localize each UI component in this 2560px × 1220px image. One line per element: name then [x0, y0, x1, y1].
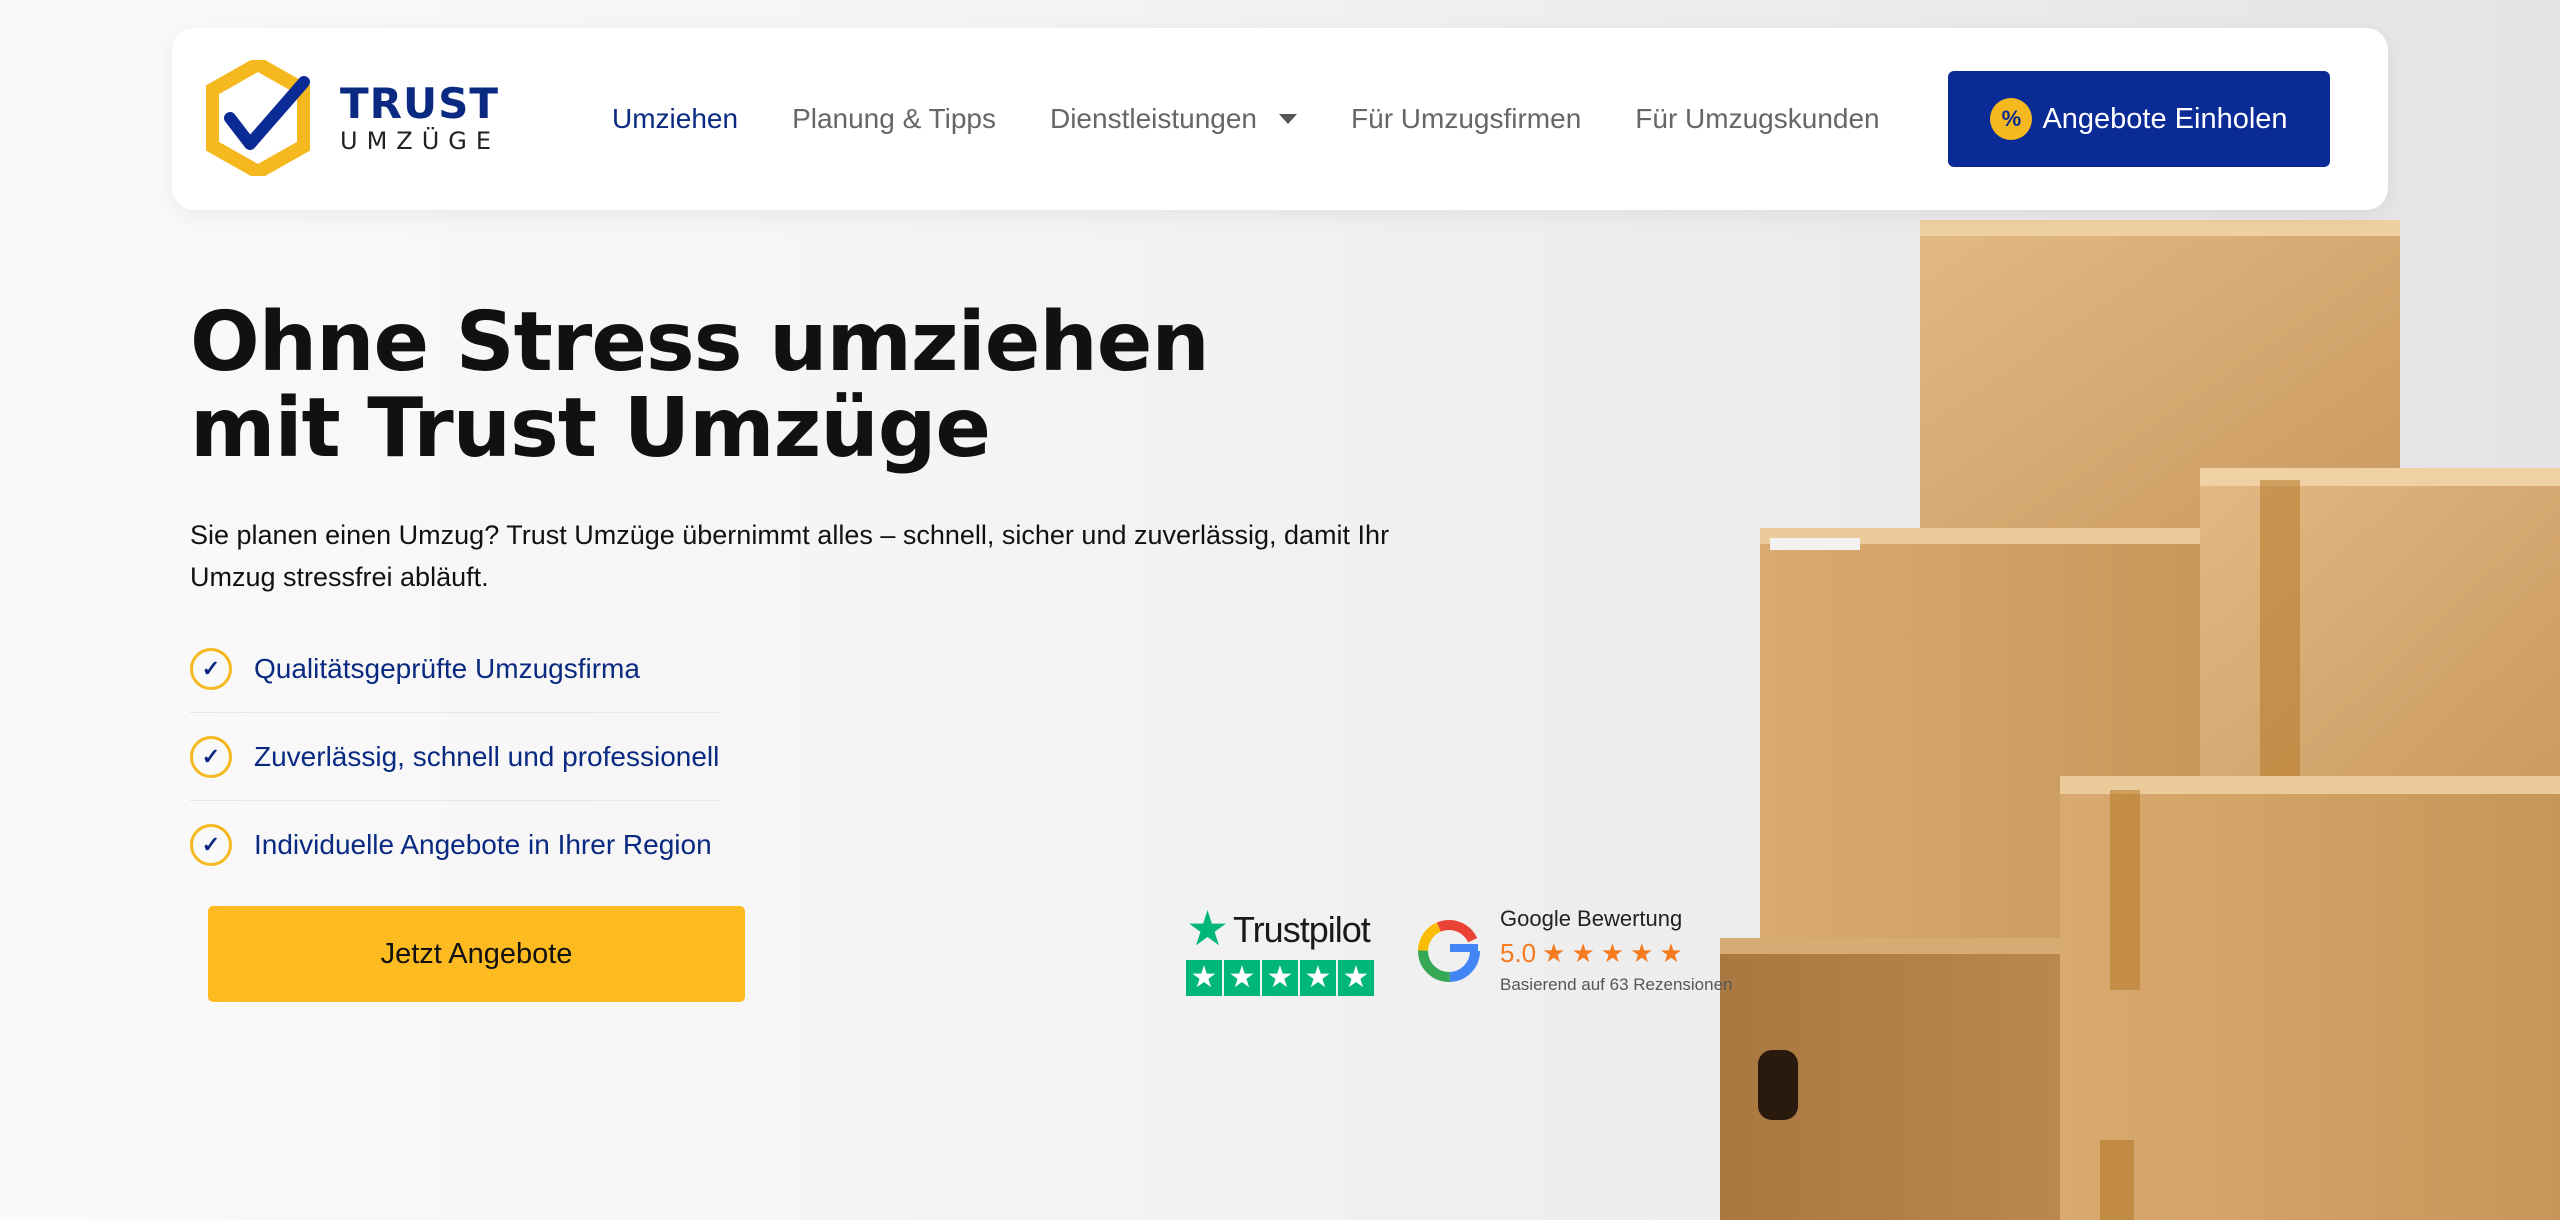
hero-title: Ohne Stress umziehen mit Trust Umzüge [190, 300, 1290, 472]
main-nav: Umziehen Planung & Tipps Dienstleistunge… [612, 28, 1934, 210]
nav-item-umziehen[interactable]: Umziehen [612, 103, 738, 135]
star-icon: ★ [1300, 960, 1336, 996]
google-rating-title: Google Bewertung [1500, 906, 1683, 931]
check-icon: ✓ [190, 735, 232, 778]
feature-text: Individuelle Angebote in Ihrer Region [254, 829, 712, 860]
feature-item: ✓ Qualitätsgeprüfte Umzugsfirma [190, 625, 720, 713]
feature-text: Zuverlässig, schnell und professionell [254, 740, 720, 772]
logo[interactable]: TRUST UMZÜGE [206, 60, 500, 176]
star-icon: ★ [1224, 960, 1260, 996]
hero-title-line1: Ohne Stress umziehen [190, 295, 1210, 390]
google-g-icon [1418, 920, 1480, 982]
nav-item-dienstleistungen[interactable]: Dienstleistungen [1049, 103, 1298, 135]
google-rating-row: 5.0 ★ ★ ★ ★ ★ [1500, 938, 1733, 969]
feature-item: ✓ Individuelle Angebote in Ihrer Region [190, 801, 720, 889]
nav-item-planung[interactable]: Planung & Tipps [792, 103, 996, 135]
google-score: 5.0 [1500, 938, 1537, 968]
google-rating-badge[interactable]: Google Bewertung 5.0 ★ ★ ★ ★ ★ Basierend auf… [1416, 906, 1733, 995]
nav-item-umzugsfirmen[interactable]: Für Umzugsfirmen [1351, 103, 1581, 135]
jetzt-angebote-button[interactable]: Jetzt Angebote [208, 906, 745, 1002]
star-icon: ★ [1338, 960, 1374, 996]
hero-title-line2: mit Trust Umzüge [190, 381, 991, 476]
nav-item-umzugskunden[interactable]: Für Umzugskunden [1635, 103, 1879, 135]
angebote-einholen-label: Angebote Einholen [2042, 102, 2288, 135]
trustpilot-badge[interactable]: ★ Trustpilot ★ ★ ★ ★ ★ [1186, 906, 1376, 996]
logo-mark-icon [206, 60, 310, 176]
star-icon: ★ [1542, 938, 1566, 968]
percent-badge-icon: % [1990, 98, 2033, 140]
star-icon: ★ [1571, 938, 1595, 968]
feature-list: ✓ Qualitätsgeprüfte Umzugsfirma ✓ Zuverl… [190, 625, 720, 889]
google-rating-info: Google Bewertung 5.0 ★ ★ ★ ★ ★ Basierend auf… [1500, 906, 1733, 995]
trustpilot-stars: ★ ★ ★ ★ ★ [1186, 960, 1376, 996]
chevron-down-icon [1279, 114, 1298, 124]
trustpilot-header: ★ Trustpilot [1186, 906, 1376, 954]
nav-item-dienstleistungen-label: Dienstleistungen [1049, 103, 1258, 134]
hero-subtitle: Sie planen einen Umzug? Trust Umzüge übe… [190, 520, 1390, 592]
google-review-count: Basierend auf 63 Rezensionen [1500, 975, 1733, 994]
star-icon: ★ [1630, 938, 1654, 968]
star-icon: ★ [1186, 960, 1222, 996]
site-header: TRUST UMZÜGE Umziehen Planung & Tipps Di… [172, 28, 2388, 210]
logo-line2: UMZÜGE [340, 127, 501, 155]
logo-line1: TRUST [340, 79, 499, 128]
star-icon: ★ [1600, 938, 1625, 968]
check-icon: ✓ [190, 647, 232, 690]
star-icon: ★ [1659, 938, 1683, 968]
trustpilot-name: Trustpilot [1233, 909, 1371, 950]
star-icon: ★ [1262, 960, 1298, 996]
google-stars: ★ ★ ★ ★ ★ [1542, 938, 1689, 969]
moving-boxes-illustration [1720, 220, 2560, 1220]
feature-item: ✓ Zuverlässig, schnell und professionell [190, 713, 720, 801]
feature-text: Qualitätsgeprüfte Umzugsfirma [254, 652, 640, 684]
angebote-einholen-button[interactable]: % Angebote Einholen [1948, 71, 2330, 167]
trustpilot-star-icon: ★ [1186, 903, 1230, 956]
check-icon: ✓ [190, 824, 232, 866]
logo-text: TRUST UMZÜGE [340, 79, 501, 155]
